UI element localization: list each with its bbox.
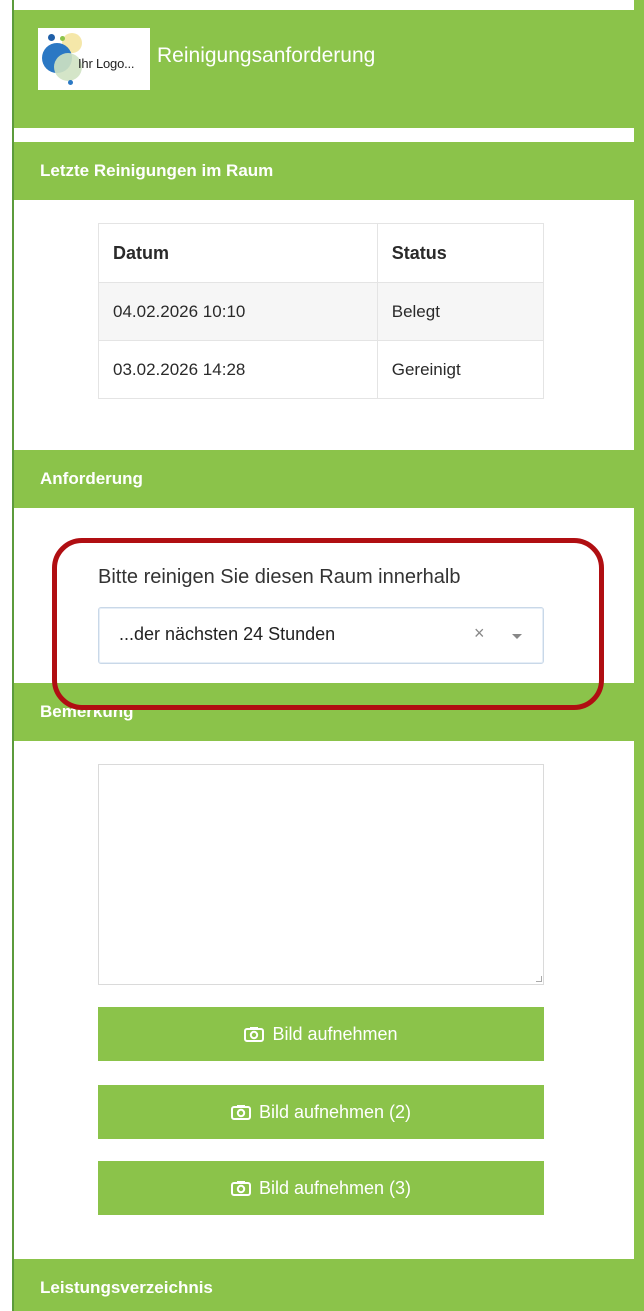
- cell-date: 03.02.2026 14:28: [99, 341, 378, 398]
- app-container: Ihr Logo... Reinigungsanforderung Letzte…: [14, 10, 634, 1311]
- logo-dot: [68, 80, 73, 85]
- section-header-services: Leistungsverzeichnis: [14, 1259, 634, 1311]
- take-photo-button-3[interactable]: Bild aufnehmen (3): [98, 1161, 544, 1215]
- company-logo: Ihr Logo...: [38, 28, 150, 90]
- cell-status: Gereinigt: [391, 359, 461, 379]
- table-row: 04.02.2026 10:10 Belegt: [99, 282, 543, 340]
- left-edge: [0, 0, 14, 1311]
- cleanings-table: Datum Status 04.02.2026 10:10 Belegt 03.…: [98, 223, 544, 399]
- logo-text: Ihr Logo...: [78, 56, 135, 71]
- highlight-annotation: [52, 538, 604, 710]
- resize-grip-icon[interactable]: [536, 976, 542, 982]
- take-photo-label: Bild aufnehmen (2): [258, 1101, 412, 1122]
- take-photo-label: Bild aufnehmen (3): [258, 1177, 412, 1198]
- section-header-request: Anforderung: [14, 450, 634, 508]
- cell-status: Belegt: [391, 301, 440, 321]
- take-photo-label: Bild aufnehmen: [272, 1023, 398, 1044]
- camera-icon: [230, 1180, 251, 1196]
- cell-date: 04.02.2026 10:10: [99, 283, 378, 340]
- top-bar: Ihr Logo... Reinigungsanforderung: [14, 10, 634, 128]
- logo-dot: [60, 36, 65, 41]
- remark-textarea[interactable]: [98, 764, 544, 985]
- page-title: Reinigungsanforderung: [157, 44, 376, 67]
- section-header-last-cleanings: Letzte Reinigungen im Raum: [14, 142, 634, 200]
- column-header-date: Datum: [99, 224, 378, 282]
- table-row: 03.02.2026 14:28 Gereinigt: [99, 340, 543, 398]
- camera-icon: [244, 1026, 265, 1042]
- camera-icon: [230, 1104, 251, 1120]
- table-header-row: Datum Status: [99, 224, 543, 282]
- column-header-status: Status: [391, 242, 447, 263]
- take-photo-button-1[interactable]: Bild aufnehmen: [98, 1007, 544, 1061]
- logo-dot: [48, 34, 55, 41]
- take-photo-button-2[interactable]: Bild aufnehmen (2): [98, 1085, 544, 1139]
- right-edge: [634, 0, 644, 1311]
- screenshot-frame: Ihr Logo... Reinigungsanforderung Letzte…: [0, 0, 644, 1311]
